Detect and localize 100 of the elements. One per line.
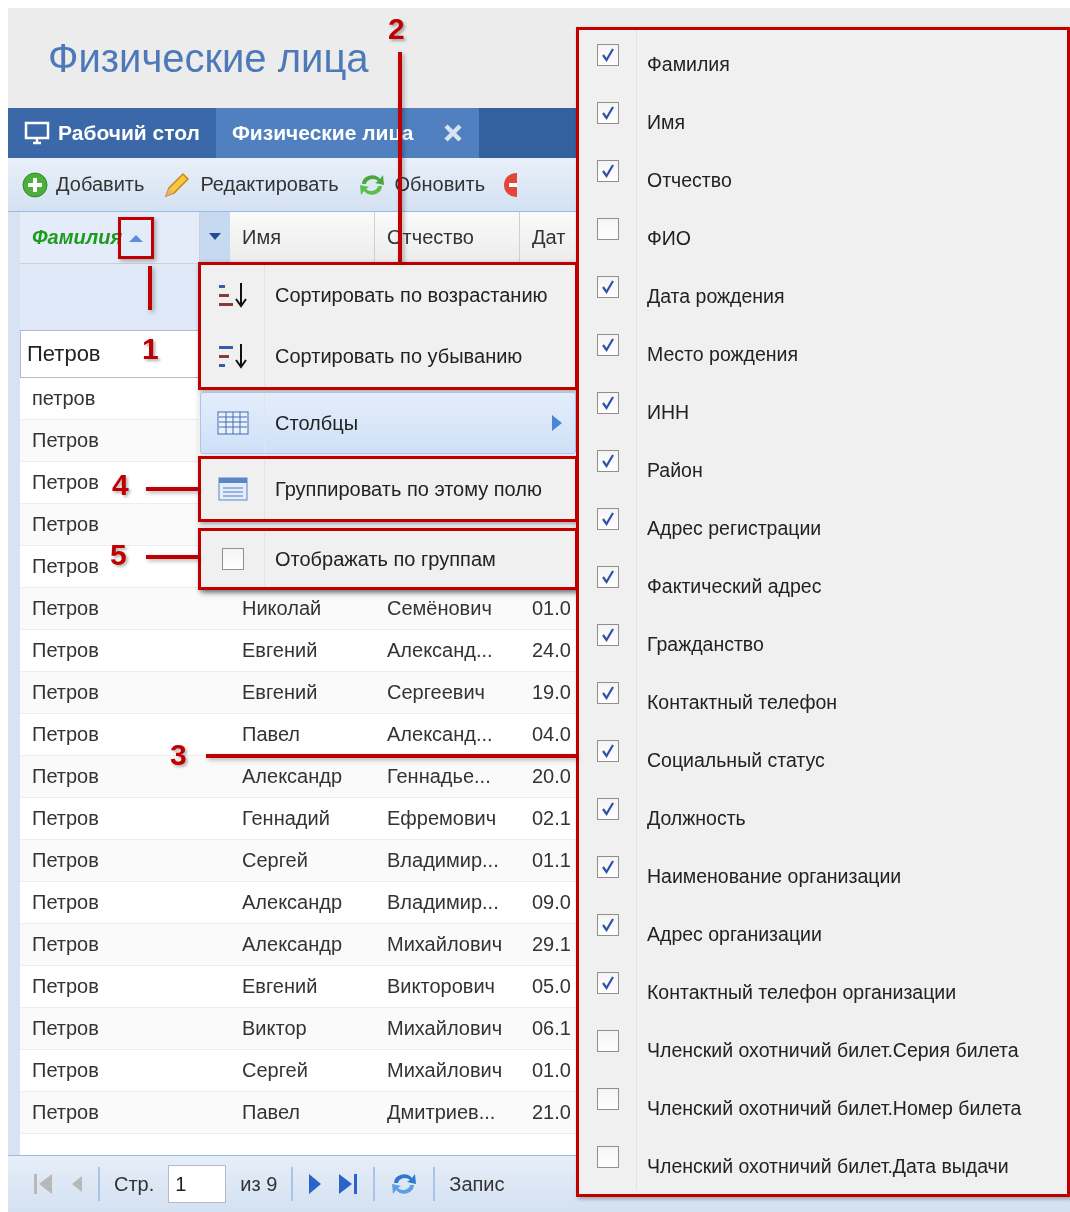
table-cell-text: Сергей: [241, 1059, 308, 1082]
checkbox[interactable]: [596, 914, 619, 936]
table-cell-text: Павел: [241, 1101, 301, 1124]
menu-item[interactable]: Столбцы: [200, 392, 576, 454]
menu-item[interactable]: Фамилия: [579, 30, 1067, 88]
delete-button[interactable]: [503, 171, 518, 198]
pager-label: Запис: [449, 1172, 505, 1196]
annotation-number: 2: [388, 12, 405, 46]
table-cell-text: Геннадий: [241, 807, 330, 830]
table-cell-text: Михайлович: [386, 1017, 503, 1040]
table-cell-text: Петров: [31, 555, 99, 578]
table-cell-text: Александр: [241, 891, 343, 914]
table-cell-text: Евгений: [241, 975, 318, 998]
table-cell-text: Геннадье...: [386, 765, 491, 788]
checkbox[interactable]: [596, 972, 619, 994]
table-cell-text: Павел: [241, 723, 301, 746]
checkbox[interactable]: [596, 276, 619, 298]
checkbox[interactable]: [596, 44, 619, 66]
menu-item[interactable]: Место рождения: [579, 320, 1067, 378]
table-cell-text: 01.1: [531, 849, 571, 872]
check-icon: [599, 685, 616, 701]
monitor-icon: [24, 121, 50, 145]
menu-item[interactable]: Контактный телефон организации: [579, 958, 1067, 1016]
table-cell-text: Михайлович: [386, 933, 503, 956]
menu-item[interactable]: Имя: [579, 88, 1067, 146]
add-button[interactable]: Добавить: [22, 171, 145, 198]
table-cell-text: Петров: [31, 975, 99, 998]
check-icon: [599, 395, 616, 411]
checkbox[interactable]: [596, 566, 619, 588]
table-cell-text: Сергей: [241, 849, 308, 872]
checkbox[interactable]: [596, 1030, 619, 1052]
table-cell-text: 20.0: [531, 765, 571, 788]
check-icon: [599, 975, 616, 991]
table-cell-text: Сергеевич: [386, 681, 485, 704]
checkbox[interactable]: [596, 682, 619, 704]
last-page-button[interactable]: [337, 1171, 360, 1197]
first-page-icon: [32, 1171, 54, 1197]
menu-item[interactable]: ИНН: [579, 378, 1067, 436]
menu-item[interactable]: Должность: [579, 784, 1067, 842]
page-field[interactable]: 1: [168, 1165, 227, 1203]
menu-item[interactable]: Сортировать по возрастанию: [201, 265, 575, 326]
checkbox[interactable]: [596, 624, 619, 646]
check-icon: [599, 279, 616, 295]
menu-item[interactable]: Членский охотничий билет.Серия билета: [579, 1016, 1067, 1074]
menu-item[interactable]: Членский охотничий билет.Дата выдачи: [579, 1132, 1067, 1190]
table-cell-text: Петров: [31, 1059, 99, 1082]
tab-label: Рабочий стол: [58, 121, 200, 145]
table-cell-text: Петров: [31, 639, 99, 662]
pager-label: из 9: [240, 1172, 278, 1196]
tab[interactable]: Рабочий стол: [8, 108, 216, 158]
check-icon: [599, 627, 616, 643]
checkbox[interactable]: [596, 798, 619, 820]
edit-button[interactable]: Редактировать: [162, 169, 339, 200]
menu-item[interactable]: Дата рождения: [579, 262, 1067, 320]
menu-item[interactable]: ФИО: [579, 204, 1067, 262]
menu-item[interactable]: Отчество: [579, 146, 1067, 204]
menu-item[interactable]: Отображать по группам: [201, 531, 575, 587]
menu-item[interactable]: Гражданство: [579, 610, 1067, 668]
last-page-icon: [337, 1171, 360, 1197]
checkbox[interactable]: [596, 1088, 619, 1110]
menu-item[interactable]: Группировать по этому полю: [201, 459, 575, 519]
checkbox[interactable]: [596, 450, 619, 472]
checkbox[interactable]: [596, 740, 619, 762]
menu-item[interactable]: Район: [579, 436, 1067, 494]
checkbox[interactable]: [221, 548, 244, 570]
columns-icon: [216, 411, 249, 435]
menu-item[interactable]: Социальный статус: [579, 726, 1067, 784]
check-icon: [599, 47, 616, 63]
table-cell-text: петров: [31, 387, 96, 410]
checkbox[interactable]: [596, 508, 619, 530]
table-cell-text: Петров: [31, 723, 99, 746]
menu-item[interactable]: Сортировать по убыванию: [201, 326, 575, 387]
table-cell-text: Викторович: [386, 975, 495, 998]
table-cell-text: Петров: [31, 1017, 99, 1040]
check-icon: [599, 569, 616, 585]
submenu-arrow-icon: [551, 414, 563, 432]
table-cell-text: 04.0: [531, 723, 571, 746]
table-cell-text: 09.0: [531, 891, 571, 914]
menu-item[interactable]: Наименование организации: [579, 842, 1067, 900]
table-cell-text: Петров: [31, 849, 99, 872]
checkbox[interactable]: [596, 218, 619, 240]
checkbox[interactable]: [596, 160, 619, 182]
checkbox[interactable]: [596, 102, 619, 124]
table-cell-text: Николай: [241, 597, 322, 620]
menu-item[interactable]: Членский охотничий билет.Номер билета: [579, 1074, 1067, 1132]
dropdown-arrow-icon[interactable]: [208, 232, 222, 242]
checkbox[interactable]: [596, 1146, 619, 1168]
pager-label: Стр.: [114, 1172, 155, 1196]
check-icon: [599, 337, 616, 353]
menu-item[interactable]: Адрес организации: [579, 900, 1067, 958]
check-icon: [599, 917, 616, 933]
table-cell-text: Петров: [31, 933, 99, 956]
checkbox[interactable]: [596, 856, 619, 878]
checkbox[interactable]: [596, 392, 619, 414]
checkbox[interactable]: [596, 334, 619, 356]
column-header[interactable]: Имя: [230, 212, 375, 263]
menu-item[interactable]: Адрес регистрации: [579, 494, 1067, 552]
menu-item[interactable]: Контактный телефон: [579, 668, 1067, 726]
close-icon[interactable]: [443, 123, 464, 143]
menu-item[interactable]: Фактический адрес: [579, 552, 1067, 610]
